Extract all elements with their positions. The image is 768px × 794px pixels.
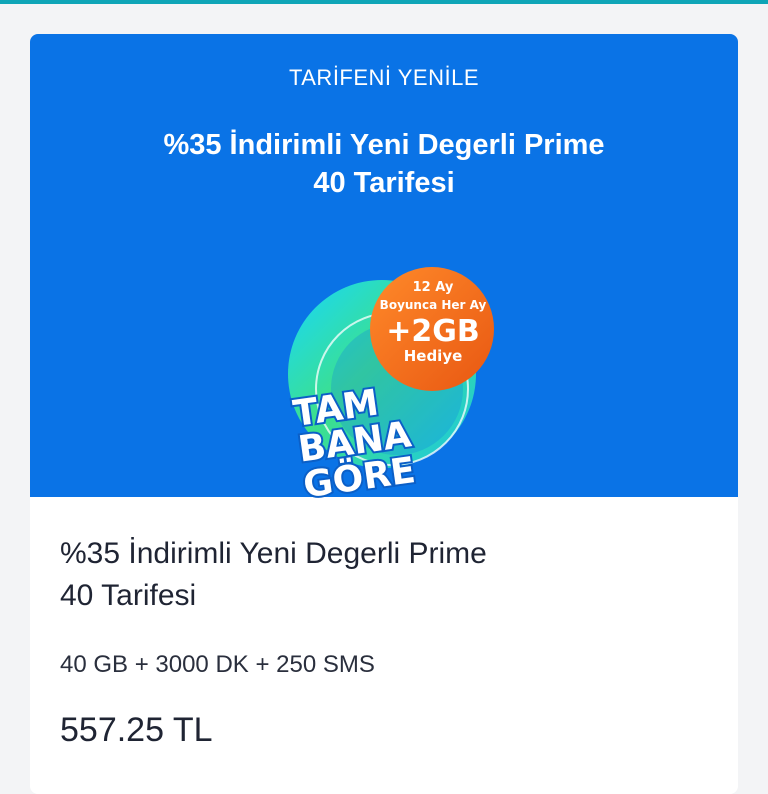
renew-tariff-label: TARİFENİ YENİLE	[288, 65, 480, 90]
top-accent-bar	[0, 0, 768, 4]
hero-tariff-title: %35 İndirimli Yeni Degerli Prime 40 Tari…	[100, 126, 668, 202]
plan-price: 557.25 TL	[60, 711, 213, 749]
badge-text-months: 12 Ay	[413, 280, 454, 295]
plan-title: %35 İndirimli Yeni Degerli Prime 40 Tari…	[60, 533, 680, 617]
tariff-hero-banner: TARİFENİ YENİLE %35 İndirimli Yeni Deger…	[30, 34, 738, 499]
badge-text-duration: Boyunca Her Ay	[380, 298, 487, 312]
tariff-card[interactable]: TARİFENİ YENİLE %35 İndirimli Yeni Deger…	[30, 34, 738, 794]
bonus-badge-illustration: 12 Ay Boyunca Her Ay +2GB Hediye TAM BAN…	[288, 267, 494, 499]
plan-features: 40 GB + 3000 DK + 250 SMS	[60, 651, 375, 678]
hero-tariff-title-line2: 40 Tarifesi	[313, 167, 455, 199]
plan-title-line2: 40 Tarifesi	[60, 579, 197, 612]
plan-title-line1: %35 İndirimli Yeni Degerli Prime	[60, 537, 487, 570]
badge-text-gift: Hediye	[404, 347, 463, 365]
badge-text-amount: +2GB	[386, 314, 480, 349]
hero-tariff-title-line1: %35 İndirimli Yeni Degerli Prime	[163, 129, 605, 161]
